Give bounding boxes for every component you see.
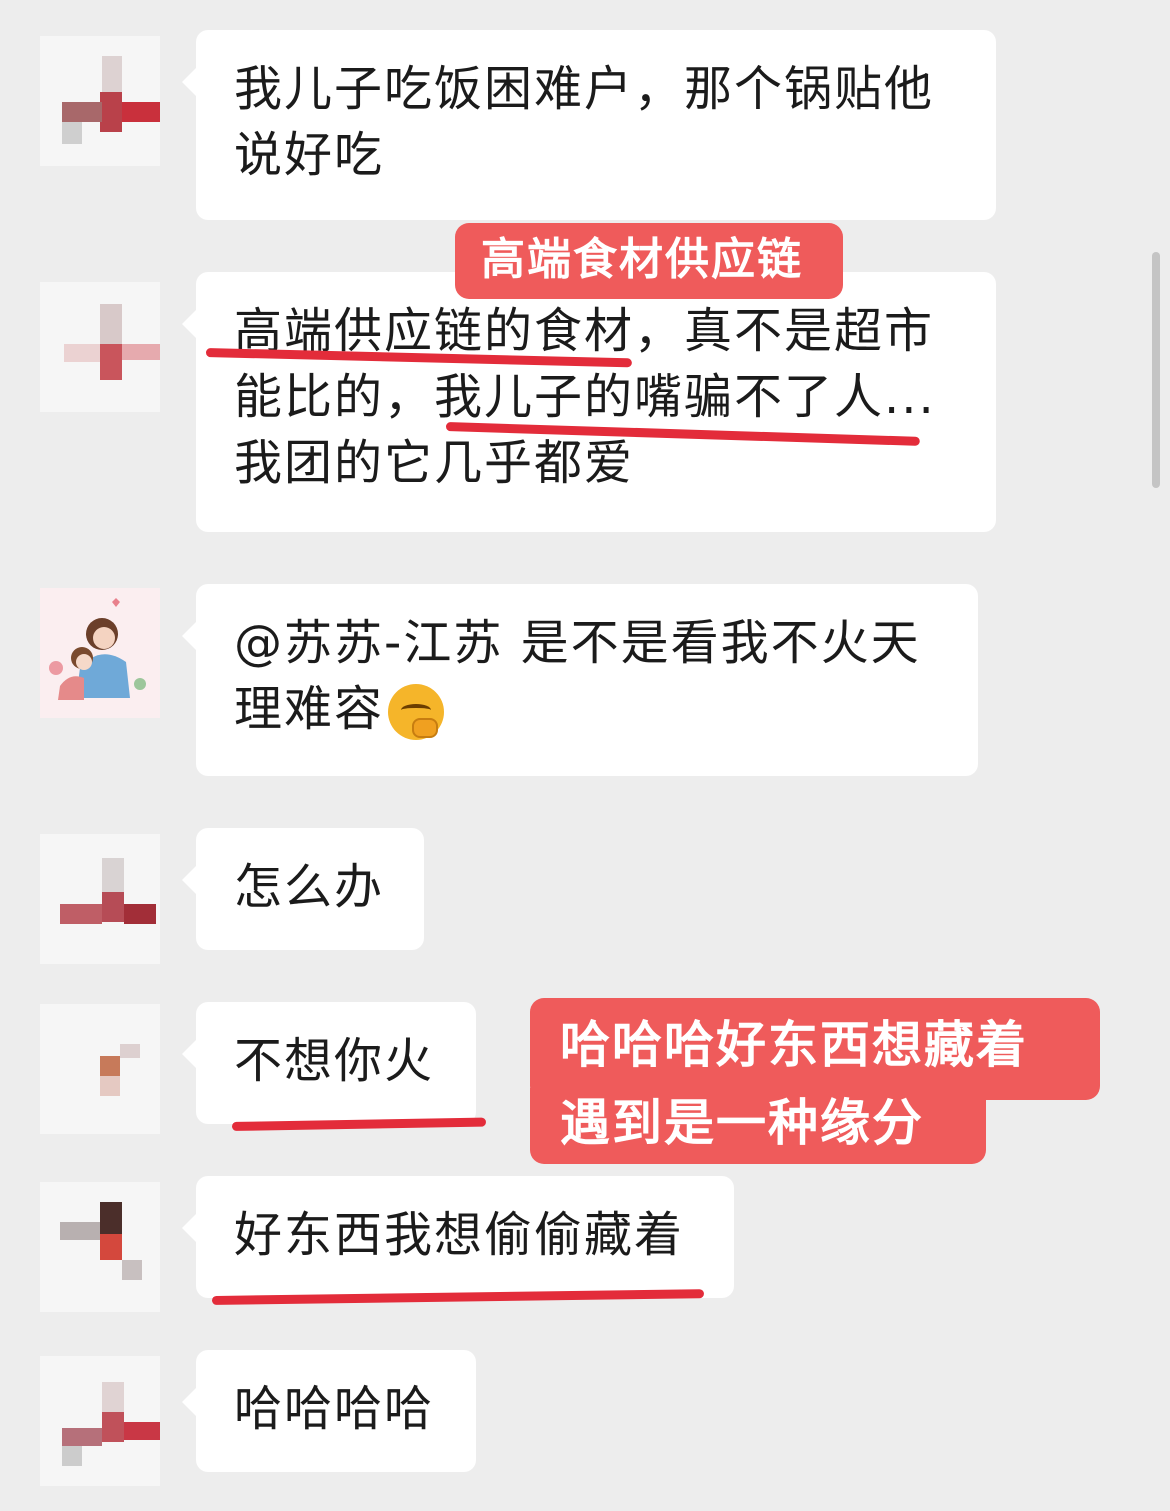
message-bubble[interactable]: 不想你火	[182, 1002, 476, 1124]
annotation-text: 哈哈哈好东西想藏着	[560, 1016, 1028, 1074]
message-text: 哈哈哈哈	[234, 1381, 435, 1437]
avatar-blurred[interactable]	[40, 1004, 160, 1134]
avatar-blurred[interactable]	[40, 282, 160, 412]
message-bubble[interactable]: 我儿子吃饭困难户，那个锅贴他 说好吃	[182, 30, 996, 220]
message-bubble[interactable]: @苏苏-江苏 是不是看我不火天 理难容	[182, 584, 978, 776]
avatar-mother-child[interactable]	[40, 588, 160, 718]
message-text: 说好吃	[234, 127, 385, 183]
message-text: 怎么办	[234, 859, 385, 915]
message-bubble[interactable]: 怎么办	[182, 828, 424, 950]
annotation-text: 遇到是一种缘分	[560, 1094, 924, 1152]
message-text: 好东西我想偷偷藏着	[234, 1207, 685, 1263]
message-bubble[interactable]: 高端供应链的食材，真不是超市 能比的，我儿子的嘴骗不了人... 我团的它几乎都爱	[182, 272, 996, 532]
annotation-text: 高端食材供应链	[481, 234, 803, 285]
avatar-blurred[interactable]	[40, 1182, 160, 1312]
message-bubble[interactable]: 好东西我想偷偷藏着	[182, 1176, 734, 1298]
message-text: 能比的，我儿子的嘴骗不了人...	[234, 369, 936, 425]
message-text: 理难容	[234, 676, 944, 742]
annotation-note-side-bottom: 遇到是一种缘分	[530, 1088, 986, 1164]
avatar-blurred[interactable]	[40, 1356, 160, 1486]
scrollbar-thumb[interactable]	[1152, 252, 1160, 488]
message-text: 我儿子吃饭困难户，那个锅贴他	[234, 61, 935, 117]
thinking-face-icon	[388, 684, 445, 740]
annotation-note-side-top: 哈哈哈好东西想藏着	[530, 998, 1100, 1100]
avatar-blurred[interactable]	[40, 834, 160, 964]
message-bubble[interactable]: 哈哈哈哈	[182, 1350, 476, 1472]
message-text-part: 理难容	[234, 681, 385, 737]
avatar-blurred[interactable]	[40, 36, 160, 166]
mother-child-illustration	[49, 598, 146, 700]
message-text: 不想你火	[234, 1033, 435, 1089]
message-text: @苏苏-江苏 是不是看我不火天	[234, 615, 921, 671]
annotation-label-top: 高端食材供应链	[455, 223, 843, 299]
